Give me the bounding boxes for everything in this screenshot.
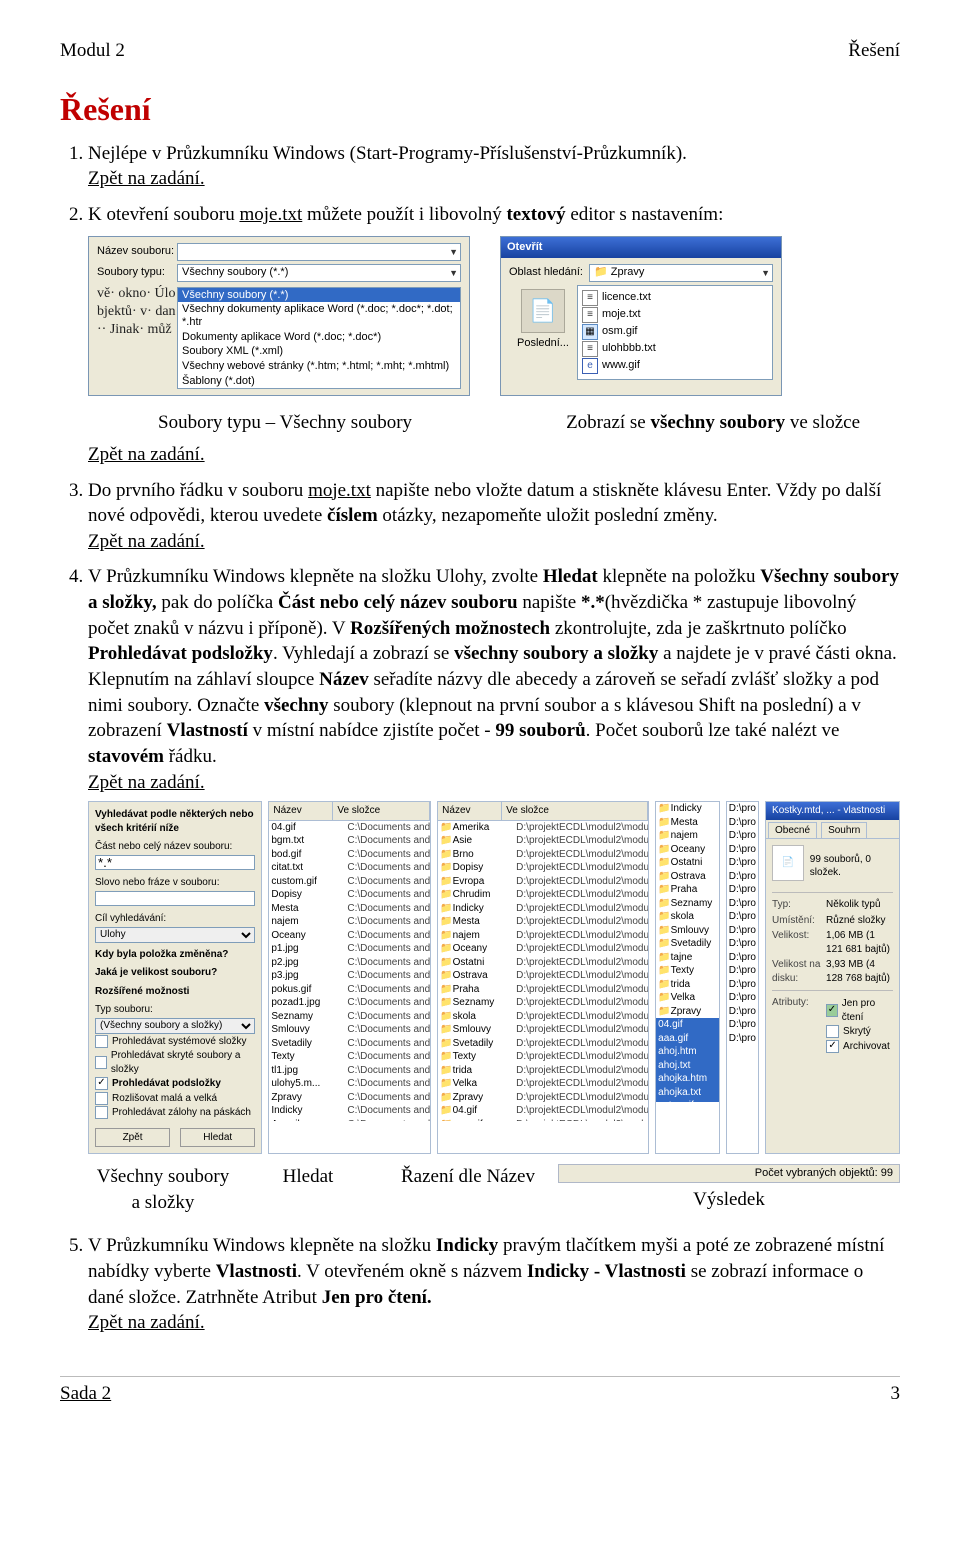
search-phrase-input[interactable] <box>95 891 255 906</box>
filename-combo[interactable]: ▼ <box>177 243 461 261</box>
header-right: Řešení <box>848 38 900 64</box>
item-2: K otevření souboru moje.txt můžete použí… <box>88 202 900 467</box>
item-3: Do prvního řádku v souboru moje.txt napi… <box>88 478 900 555</box>
caption-all-files-folders: Všechny soubory a složky <box>88 1164 238 1215</box>
back-button[interactable]: Zpět <box>95 1128 170 1148</box>
filetype-combo[interactable]: Všechny soubory (*.*)▼ <box>177 264 461 282</box>
item-4: V Průzkumníku Windows klepněte na složku… <box>88 564 900 1215</box>
search-button[interactable]: Hledat <box>180 1128 255 1148</box>
page-title: Řešení <box>60 88 900 131</box>
back-link[interactable]: Zpět na zadání. <box>88 1312 205 1333</box>
caption-search: Hledat <box>238 1164 378 1190</box>
screenshot-file-types: Název souboru: ▼ Soubory typu: Všechny s… <box>88 236 470 396</box>
screenshot-results-2: NázevVe složce 📁AmerikaD:\projektECDL\mo… <box>437 801 649 1154</box>
search-target-select[interactable]: Ulohy <box>95 927 255 943</box>
screenshot-results-4: D:\proD:\proD:\proD:\proD:\proD:\proD:\p… <box>726 801 759 1154</box>
screenshot-open-dialog: Otevřít Oblast hledání: 📁 Zpravy▼ 📄 Posl… <box>500 236 782 396</box>
header-left: Modul 2 <box>60 38 125 64</box>
file-icon: 📄 <box>772 845 804 881</box>
back-link[interactable]: Zpět na zadání. <box>88 444 205 465</box>
footer-left[interactable]: Sada 2 <box>60 1381 111 1407</box>
recent-icon[interactable]: 📄 <box>521 289 565 333</box>
search-name-input[interactable] <box>95 855 255 870</box>
item-1: Nejlépe v Průzkumníku Windows (Start-Pro… <box>88 141 900 192</box>
screenshot-properties: Kostky.mtd, ... - vlastnosti Obecné Souh… <box>765 801 900 1154</box>
caption-result: Výsledek <box>558 1187 900 1213</box>
filetype-dropdown[interactable]: Všechny soubory (*.*) Všechny dokumenty … <box>177 287 461 389</box>
back-link[interactable]: Zpět na zadání. <box>88 168 205 189</box>
check-subfolders[interactable] <box>95 1077 108 1090</box>
back-link[interactable]: Zpět na zadání. <box>88 772 205 793</box>
file-listing[interactable]: ≡licence.txt ≡moje.txt ▦osm.gif ≡ulohbbb… <box>577 285 773 380</box>
screenshot-search-panel: Vyhledávat podle některých nebo všech kr… <box>88 801 262 1154</box>
status-count-badge: Počet vybraných objektů: 99 <box>558 1164 900 1183</box>
footer-right: 3 <box>891 1381 901 1407</box>
lookin-combo[interactable]: 📁 Zpravy▼ <box>589 264 773 282</box>
item-5: V Průzkumníku Windows klepněte na složku… <box>88 1233 900 1336</box>
search-type-select[interactable]: (Všechny soubory a složky) <box>95 1018 255 1034</box>
screenshot-results-3: 📁Indicky📁Mesta📁najem📁Oceany📁Ostatni📁Ostr… <box>655 801 720 1154</box>
caption-sort-name: Řazení dle Název <box>378 1164 558 1190</box>
screenshot-results-1: NázevVe složce 04.gifC:\Documents andbgm… <box>268 801 431 1154</box>
caption-all-files-type: Soubory typu – Všechny soubory <box>88 410 412 436</box>
back-link[interactable]: Zpět na zadání. <box>88 531 205 552</box>
